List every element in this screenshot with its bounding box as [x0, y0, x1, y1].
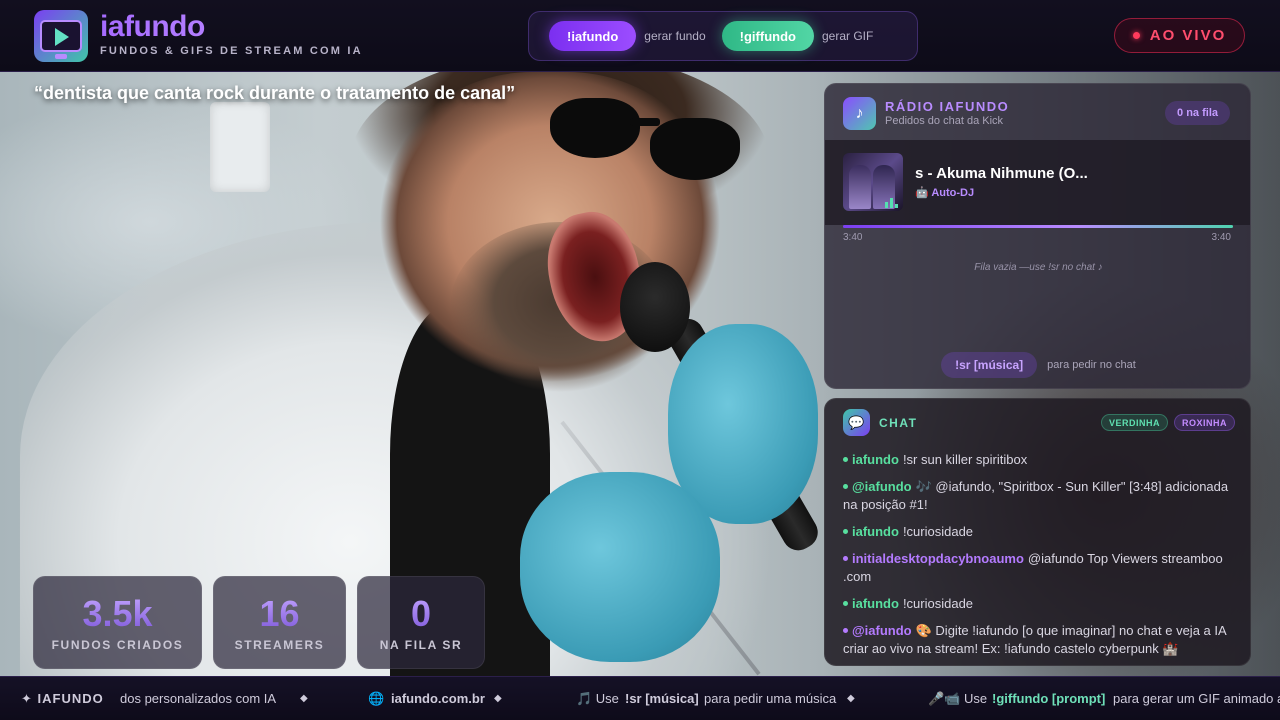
user-dot-icon [843, 484, 848, 490]
stat-label: STREAMERS [234, 637, 325, 652]
ticker-sr-command: !sr [música] [625, 691, 699, 706]
chat-title: CHAT [879, 416, 918, 430]
chat-message: iafundo !curiosidade [843, 595, 1235, 613]
chat-username[interactable]: @iafundo [852, 479, 912, 494]
user-dot-icon [843, 556, 848, 562]
iafundo-command-pill[interactable]: !iafundo [549, 21, 637, 51]
chat-username[interactable]: @iafundo [852, 623, 912, 638]
ticker-separator-icon: ◆ [300, 693, 308, 704]
live-label: AO VIVO [1149, 27, 1227, 44]
giffundo-command-description: gerar GIF [821, 29, 874, 43]
tag-roxinha[interactable]: ROXINHA [1174, 414, 1236, 431]
live-dot-icon [1132, 32, 1140, 39]
microphone [620, 262, 690, 352]
ticker-separator-icon: ◆ [494, 693, 502, 704]
chat-message: iafundo !sr sun killer spiritibox [843, 451, 1235, 469]
song-title: s - Akuma Nihmune (O... [915, 165, 1088, 182]
empty-queue-text: Fila vazia —use !sr no chat ♪ [974, 262, 1103, 273]
chat-message: iafundo !curiosidade [843, 523, 1235, 541]
glove-left [520, 472, 720, 662]
brand[interactable]: iafundo FUNDOS & GIFS DE STREAM COM IA [34, 10, 363, 62]
screen-play-icon [34, 10, 88, 62]
current-prompt: “dentista que canta rock durante o trata… [34, 83, 516, 103]
stat-card-streamers: 16 STREAMERS [213, 576, 346, 669]
stat-label: FUNDOS CRIADOS [51, 637, 184, 652]
stat-card-fila: 0 NA FILA SR [357, 576, 485, 669]
chat-message: @iafundo 🎶 @iafundo, "Spiritbox - Sun Kil… [843, 478, 1235, 514]
top-bar: iafundo FUNDOS & GIFS DE STREAM COM IA !… [0, 0, 1280, 72]
sunglasses [540, 78, 750, 188]
song-progress-fill [843, 225, 1233, 228]
album-thumbnail [843, 153, 903, 211]
stat-label: NA FILA SR [379, 637, 463, 652]
brand-subtitle: FUNDOS & GIFS DE STREAM COM IA [100, 45, 363, 57]
chat-text: !sr sun killer spiritibox [902, 452, 1028, 467]
song-source: 🤖 Auto-DJ [915, 187, 975, 199]
stat-value: 3.5k [82, 592, 153, 634]
ticker-separator-icon: ◆ [847, 693, 855, 704]
tag-verdinha[interactable]: VERDINHA [1101, 414, 1169, 431]
chat-username[interactable]: initialdesktopdacybnoaumo [852, 551, 1024, 566]
request-hint: !sr [música] para pedir no chat [825, 352, 1250, 378]
song-progress-bar [843, 225, 1233, 228]
user-dot-icon [843, 601, 848, 607]
queue-count-badge: 0 na fila [1165, 101, 1230, 125]
iafundo-command-description: gerar fundo [644, 29, 706, 43]
command-bar: !iafundo gerar fundo !giffundo gerar GIF [528, 11, 918, 61]
user-dot-icon [843, 529, 848, 535]
chat-username[interactable]: iafundo [852, 596, 899, 611]
brand-name: iafundo [100, 10, 363, 44]
ticker-item-prefix: 🎵 Use [576, 691, 619, 706]
ticker-item-suffix: para gerar um GIF animado a [1113, 691, 1280, 706]
stat-value: 0 [410, 592, 432, 634]
chat-text: !curiosidade [902, 596, 974, 611]
ticker-brand: ✦ IAFUNDO [21, 691, 104, 706]
ticker-item: dos personalizados com IA [120, 691, 277, 706]
speech-bubble-icon: 💬 [843, 409, 870, 436]
elapsed-time: 3:40 [843, 232, 863, 243]
ticker-item-prefix: 🎤📹 Use [928, 691, 988, 706]
chat-username[interactable]: iafundo [852, 452, 899, 467]
user-dot-icon [843, 628, 848, 634]
chat-text: !curiosidade [902, 524, 974, 539]
chat-username[interactable]: iafundo [852, 524, 899, 539]
chat-messages: iafundo !sr sun killer spiritibox @iafund… [843, 451, 1235, 665]
giffundo-command-pill[interactable]: !giffundo [721, 21, 814, 51]
chat-message: @iafundo 🎨 Digite !iafundo [o que imagina… [843, 622, 1235, 658]
radio-panel: ♪ RÁDIO IAFUNDO Pedidos do chat da Kick … [824, 83, 1251, 389]
now-playing: s - Akuma Nihmune (O... 🤖 Auto-DJ [825, 140, 1250, 225]
equalizer-icon [885, 198, 900, 208]
total-time: 3:40 [1211, 232, 1231, 243]
chat-message: initialdesktopdacybnoaumo @iafundo Top Vi… [843, 550, 1235, 586]
sr-command-pill[interactable]: !sr [música] [941, 352, 1038, 378]
live-badge: AO VIVO [1114, 18, 1245, 53]
bottom-ticker: ✦ IAFUNDO dos personalizados com IA ◆ 🌐 … [0, 676, 1280, 720]
radio-title: RÁDIO IAFUNDO [885, 99, 1010, 114]
ticker-giffundo-command: !giffundo [prompt] [992, 691, 1106, 706]
radio-subtitle: Pedidos do chat da Kick [885, 115, 1004, 127]
chat-panel: 💬 CHAT VERDINHA ROXINHA iafundo !sr sun k… [824, 398, 1251, 666]
sr-hint-text: para pedir no chat [1047, 359, 1136, 371]
music-note-icon: ♪ [843, 97, 876, 130]
ticker-url[interactable]: iafundo.com.br [391, 691, 485, 706]
stat-card-fundos: 3.5k FUNDOS CRIADOS [33, 576, 202, 669]
user-dot-icon [843, 457, 848, 463]
ticker-item-suffix: para pedir uma música [704, 691, 837, 706]
globe-icon: 🌐 [368, 691, 385, 706]
stat-value: 16 [259, 592, 300, 634]
wall-dispenser [210, 102, 270, 192]
